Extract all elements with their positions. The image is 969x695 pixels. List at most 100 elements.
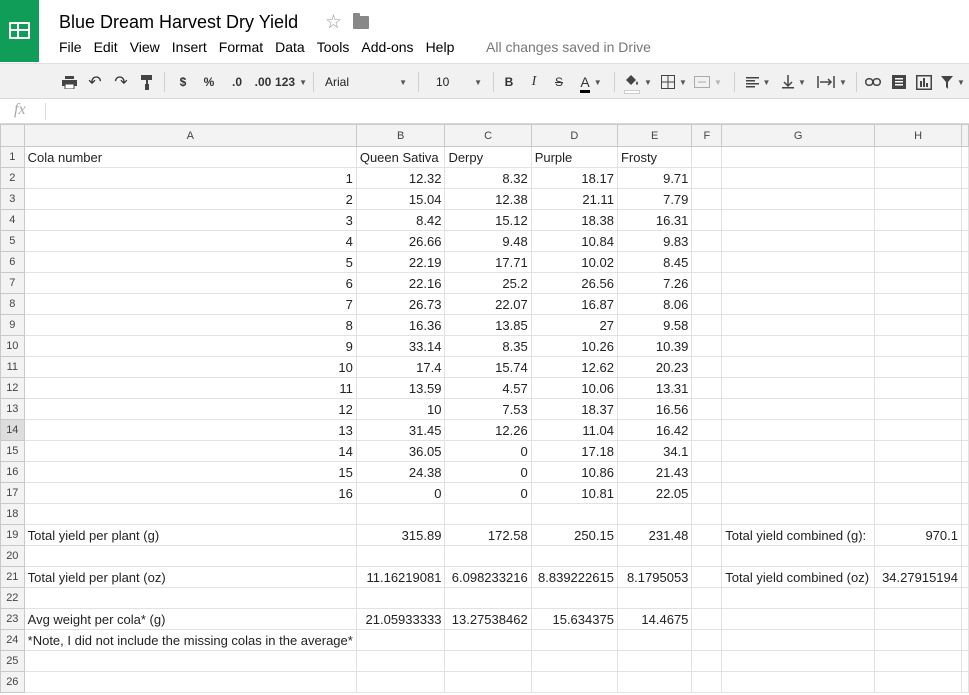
- paint-format-icon[interactable]: [138, 72, 156, 92]
- cell-h8[interactable]: [874, 293, 962, 315]
- cell-g20[interactable]: [721, 545, 876, 567]
- cell-a10[interactable]: 9: [23, 335, 357, 357]
- cell-d23[interactable]: 15.634375: [530, 608, 618, 630]
- cell-d18[interactable]: [530, 503, 618, 525]
- cell-f25[interactable]: [691, 650, 723, 672]
- row-header[interactable]: 23: [0, 608, 25, 630]
- cell-h2[interactable]: [874, 167, 962, 189]
- cell-e11[interactable]: 20.23: [616, 356, 693, 378]
- cell-c17[interactable]: 0: [444, 482, 532, 504]
- cell-e6[interactable]: 8.45: [616, 251, 693, 273]
- cell-h12[interactable]: [874, 377, 962, 399]
- cell-c22[interactable]: [444, 587, 532, 609]
- cell-e19[interactable]: 231.48: [616, 524, 693, 546]
- cell-c5[interactable]: 9.48: [444, 230, 532, 252]
- cell-a9[interactable]: 8: [23, 314, 357, 336]
- cell-a18[interactable]: [23, 503, 357, 525]
- cell-b4[interactable]: 8.42: [355, 209, 446, 231]
- cell-c9[interactable]: 13.85: [444, 314, 532, 336]
- print-icon[interactable]: [60, 72, 78, 92]
- menu-insert[interactable]: Insert: [172, 39, 207, 55]
- row-header[interactable]: 25: [0, 650, 25, 672]
- cell-c15[interactable]: 0: [444, 440, 532, 462]
- cell-e1[interactable]: Frosty: [616, 146, 693, 168]
- cell-e5[interactable]: 9.83: [616, 230, 693, 252]
- redo-icon[interactable]: ↷: [112, 72, 130, 92]
- menu-data[interactable]: Data: [275, 39, 305, 55]
- column-header-a[interactable]: A: [23, 124, 357, 147]
- sheets-logo-icon[interactable]: [0, 0, 39, 62]
- comment-icon[interactable]: [890, 72, 908, 92]
- cell-b25[interactable]: [355, 650, 446, 672]
- cell-f5[interactable]: [691, 230, 723, 252]
- cell-a11[interactable]: 10: [23, 356, 357, 378]
- cell-f7[interactable]: [691, 272, 723, 294]
- cell-f18[interactable]: [691, 503, 723, 525]
- cell-g22[interactable]: [721, 587, 876, 609]
- cell-g2[interactable]: [721, 167, 876, 189]
- cell-c23[interactable]: 13.27538462: [444, 608, 532, 630]
- cell-g18[interactable]: [721, 503, 876, 525]
- row-header[interactable]: 21: [0, 566, 25, 588]
- menu-addons[interactable]: Add-ons: [361, 39, 413, 55]
- cell-b21[interactable]: 11.16219081: [355, 566, 446, 588]
- cell-d20[interactable]: [530, 545, 618, 567]
- cell-d4[interactable]: 18.38: [530, 209, 618, 231]
- cell-c2[interactable]: 8.32: [444, 167, 532, 189]
- row-header[interactable]: 13: [0, 398, 25, 420]
- cell-a14[interactable]: 13: [23, 419, 357, 441]
- cell-b11[interactable]: 17.4: [355, 356, 446, 378]
- cell-a16[interactable]: 15: [23, 461, 357, 483]
- cell-f2[interactable]: [691, 167, 723, 189]
- cell-g25[interactable]: [721, 650, 876, 672]
- cell-e16[interactable]: 21.43: [616, 461, 693, 483]
- cell-a26[interactable]: [23, 671, 357, 693]
- cell-b3[interactable]: 15.04: [355, 188, 446, 210]
- column-header-g[interactable]: G: [721, 124, 876, 147]
- cell-a20[interactable]: [23, 545, 357, 567]
- column-header-d[interactable]: D: [530, 124, 618, 147]
- cell-h13[interactable]: [874, 398, 962, 420]
- cell-a4[interactable]: 3: [23, 209, 357, 231]
- column-header-h[interactable]: H: [874, 124, 962, 147]
- row-header[interactable]: 4: [0, 209, 25, 231]
- cell-g19[interactable]: Total yield combined (g):: [721, 524, 876, 546]
- vertical-align-button[interactable]: ▼: [780, 72, 808, 92]
- cell-f26[interactable]: [691, 671, 723, 693]
- cell-d2[interactable]: 18.17: [530, 167, 618, 189]
- star-icon[interactable]: ☆: [325, 11, 342, 34]
- row-header[interactable]: 19: [0, 524, 25, 546]
- cell-b12[interactable]: 13.59: [355, 377, 446, 399]
- cell-e25[interactable]: [616, 650, 693, 672]
- cell-e2[interactable]: 9.71: [616, 167, 693, 189]
- cell-e26[interactable]: [616, 671, 693, 693]
- column-header-b[interactable]: B: [355, 124, 446, 147]
- row-header[interactable]: 7: [0, 272, 25, 294]
- decrease-decimal-button[interactable]: .0: [226, 72, 248, 92]
- cell-e22[interactable]: [616, 587, 693, 609]
- menu-help[interactable]: Help: [426, 39, 455, 55]
- cell-h16[interactable]: [874, 461, 962, 483]
- cell-g5[interactable]: [721, 230, 876, 252]
- cell-d10[interactable]: 10.26: [530, 335, 618, 357]
- more-formats-button[interactable]: 123 ▼: [275, 72, 307, 92]
- cell-a2[interactable]: 1: [23, 167, 357, 189]
- cell-g10[interactable]: [721, 335, 876, 357]
- row-header[interactable]: 11: [0, 356, 25, 378]
- cell-g24[interactable]: [721, 629, 876, 651]
- cell-f8[interactable]: [691, 293, 723, 315]
- cell-f13[interactable]: [691, 398, 723, 420]
- cell-d26[interactable]: [530, 671, 618, 693]
- cell-h7[interactable]: [874, 272, 962, 294]
- column-header-e[interactable]: E: [616, 124, 693, 147]
- cell-b1[interactable]: Queen Sativa: [355, 146, 446, 168]
- cell-h24[interactable]: [874, 629, 962, 651]
- cell-g4[interactable]: [721, 209, 876, 231]
- row-header[interactable]: 20: [0, 545, 25, 567]
- strikethrough-button[interactable]: S: [552, 72, 566, 92]
- font-size-select[interactable]: 10 ▼: [436, 72, 482, 92]
- cell-d19[interactable]: 250.15: [530, 524, 618, 546]
- cell-d13[interactable]: 18.37: [530, 398, 618, 420]
- cell-h10[interactable]: [874, 335, 962, 357]
- cell-h14[interactable]: [874, 419, 962, 441]
